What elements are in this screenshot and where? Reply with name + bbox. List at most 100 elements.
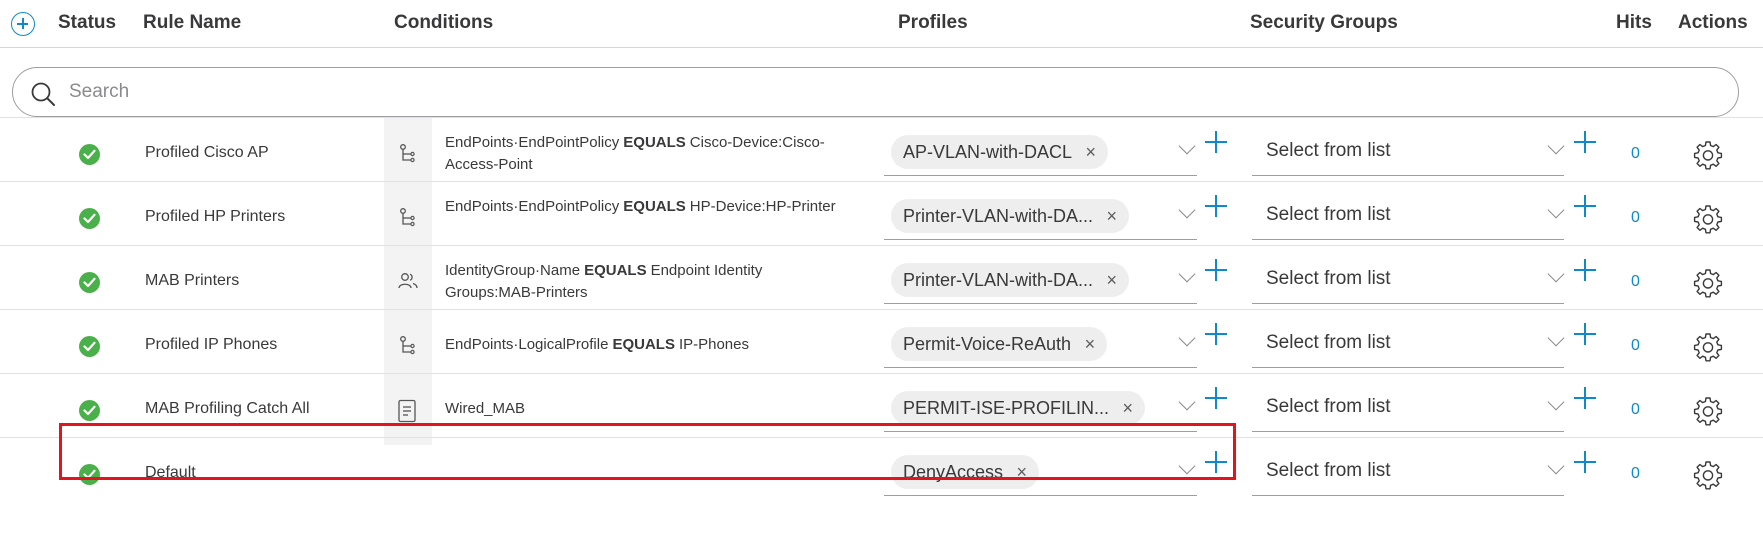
security-group-select[interactable]: Select from list: [1252, 192, 1564, 240]
table-row[interactable]: Default DenyAccess × Select from list 0: [0, 437, 1763, 509]
hits-count[interactable]: 0: [1631, 337, 1640, 355]
table-row[interactable]: Profiled IP Phones EndPoints·LogicalProf…: [0, 309, 1763, 381]
search-box: [12, 67, 1739, 117]
gear-icon[interactable]: [1693, 460, 1723, 490]
rule-name[interactable]: Default: [145, 464, 196, 482]
status-enabled-icon[interactable]: [79, 336, 100, 357]
profile-chip: PERMIT-ISE-PROFILIN... ×: [891, 391, 1146, 425]
profile-select[interactable]: AP-VLAN-with-DACL ×: [884, 128, 1197, 176]
add-profile-icon[interactable]: [1205, 131, 1227, 153]
column-status[interactable]: Status: [58, 12, 116, 34]
profile-chip-label: AP-VLAN-with-DACL: [903, 142, 1073, 162]
status-enabled-icon[interactable]: [79, 464, 100, 485]
hits-count[interactable]: 0: [1631, 209, 1640, 227]
gear-icon[interactable]: [1693, 204, 1723, 234]
endpoint-tree-icon[interactable]: [384, 118, 432, 189]
endpoint-tree-icon[interactable]: [384, 182, 432, 253]
add-profile-icon[interactable]: [1205, 195, 1227, 217]
rule-name[interactable]: MAB Printers: [145, 272, 239, 290]
add-security-group-icon[interactable]: [1574, 387, 1596, 409]
rule-name[interactable]: Profiled HP Printers: [145, 208, 285, 226]
profile-chip: DenyAccess ×: [891, 455, 1040, 489]
gear-icon[interactable]: [1693, 140, 1723, 170]
security-group-select[interactable]: Select from list: [1252, 320, 1564, 368]
profile-select[interactable]: PERMIT-ISE-PROFILIN... ×: [884, 384, 1197, 432]
table-row[interactable]: Profiled Cisco AP EndPoints·EndPointPoli…: [0, 117, 1763, 189]
column-profiles[interactable]: Profiles: [898, 12, 968, 34]
profile-chip-label: PERMIT-ISE-PROFILIN...: [903, 398, 1110, 418]
profile-chip: Printer-VLAN-with-DA... ×: [891, 263, 1130, 297]
search-input[interactable]: [69, 78, 1709, 106]
condition-attribute: EndPoints·EndPointPolicy: [445, 134, 620, 151]
security-group-value: Select from list: [1266, 460, 1391, 481]
profile-select[interactable]: Printer-VLAN-with-DA... ×: [884, 256, 1197, 304]
add-security-group-icon[interactable]: [1574, 131, 1596, 153]
add-security-group-icon[interactable]: [1574, 323, 1596, 345]
column-rule-name[interactable]: Rule Name: [143, 12, 241, 34]
add-security-group-icon[interactable]: [1574, 195, 1596, 217]
gear-icon[interactable]: [1693, 396, 1723, 426]
profile-select[interactable]: DenyAccess ×: [884, 448, 1197, 496]
security-group-select[interactable]: Select from list: [1252, 448, 1564, 496]
condition-text[interactable]: EndPoints·LogicalProfile EQUALS IP-Phones: [445, 334, 845, 356]
add-profile-icon[interactable]: [1205, 323, 1227, 345]
hits-count[interactable]: 0: [1631, 465, 1640, 483]
rule-name[interactable]: Profiled Cisco AP: [145, 144, 269, 162]
hits-count[interactable]: 0: [1631, 273, 1640, 291]
condition-attribute: EndPoints·LogicalProfile: [445, 336, 609, 353]
profile-chip: AP-VLAN-with-DACL ×: [891, 135, 1109, 169]
table-row[interactable]: Profiled HP Printers EndPoints·EndPointP…: [0, 181, 1763, 253]
table-row[interactable]: MAB Printers IdentityGroup·Name EQUALS End…: [0, 245, 1763, 317]
add-profile-icon[interactable]: [1205, 387, 1227, 409]
condition-value: IP-Phones: [678, 336, 749, 353]
condition-text[interactable]: EndPoints·EndPointPolicy EQUALS HP-Device:…: [445, 196, 845, 218]
profile-select[interactable]: Permit-Voice-ReAuth ×: [884, 320, 1197, 368]
search-icon: [31, 82, 55, 106]
status-enabled-icon[interactable]: [79, 144, 100, 165]
condition-text[interactable]: Wired_MAB: [445, 398, 845, 420]
condition-attribute: IdentityGroup·Name: [445, 262, 581, 279]
remove-chip-icon[interactable]: ×: [1086, 135, 1097, 169]
security-group-value: Select from list: [1266, 140, 1391, 161]
rule-name[interactable]: MAB Profiling Catch All: [145, 400, 310, 418]
profile-chip-label: DenyAccess: [903, 462, 1004, 482]
security-group-select[interactable]: Select from list: [1252, 384, 1564, 432]
add-security-group-icon[interactable]: [1574, 451, 1596, 473]
identity-group-icon[interactable]: [384, 246, 432, 317]
gear-icon[interactable]: [1693, 332, 1723, 362]
column-hits[interactable]: Hits: [1616, 12, 1652, 34]
remove-chip-icon[interactable]: ×: [1107, 263, 1118, 297]
rule-name[interactable]: Profiled IP Phones: [145, 336, 277, 354]
column-conditions[interactable]: Conditions: [394, 12, 493, 34]
add-profile-icon[interactable]: [1205, 451, 1227, 473]
security-group-value: Select from list: [1266, 332, 1391, 353]
security-group-value: Select from list: [1266, 396, 1391, 417]
condition-operator: EQUALS: [623, 134, 686, 151]
security-group-select[interactable]: Select from list: [1252, 256, 1564, 304]
remove-chip-icon[interactable]: ×: [1123, 391, 1134, 425]
profile-chip: Permit-Voice-ReAuth ×: [891, 327, 1108, 361]
table-row[interactable]: MAB Profiling Catch All Wired_MAB PERMIT…: [0, 373, 1763, 445]
condition-text[interactable]: IdentityGroup·Name EQUALS Endpoint Identit…: [445, 260, 845, 304]
library-condition-icon[interactable]: [384, 374, 432, 445]
status-enabled-icon[interactable]: [79, 272, 100, 293]
column-security-groups[interactable]: Security Groups: [1250, 12, 1398, 34]
remove-chip-icon[interactable]: ×: [1107, 199, 1118, 233]
condition-text[interactable]: EndPoints·EndPointPolicy EQUALS Cisco-Devi…: [445, 132, 845, 176]
profile-select[interactable]: Printer-VLAN-with-DA... ×: [884, 192, 1197, 240]
security-group-select[interactable]: Select from list: [1252, 128, 1564, 176]
remove-chip-icon[interactable]: ×: [1017, 455, 1028, 489]
status-enabled-icon[interactable]: [79, 400, 100, 421]
condition-operator: EQUALS: [584, 262, 647, 279]
hits-count[interactable]: 0: [1631, 145, 1640, 163]
add-security-group-icon[interactable]: [1574, 259, 1596, 281]
status-enabled-icon[interactable]: [79, 208, 100, 229]
gear-icon[interactable]: [1693, 268, 1723, 298]
hits-count[interactable]: 0: [1631, 401, 1640, 419]
condition-operator: EQUALS: [623, 198, 686, 215]
add-rule-icon[interactable]: [11, 12, 35, 36]
remove-chip-icon[interactable]: ×: [1085, 327, 1096, 361]
profile-chip-label: Permit-Voice-ReAuth: [903, 334, 1072, 354]
add-profile-icon[interactable]: [1205, 259, 1227, 281]
endpoint-tree-icon[interactable]: [384, 310, 432, 381]
